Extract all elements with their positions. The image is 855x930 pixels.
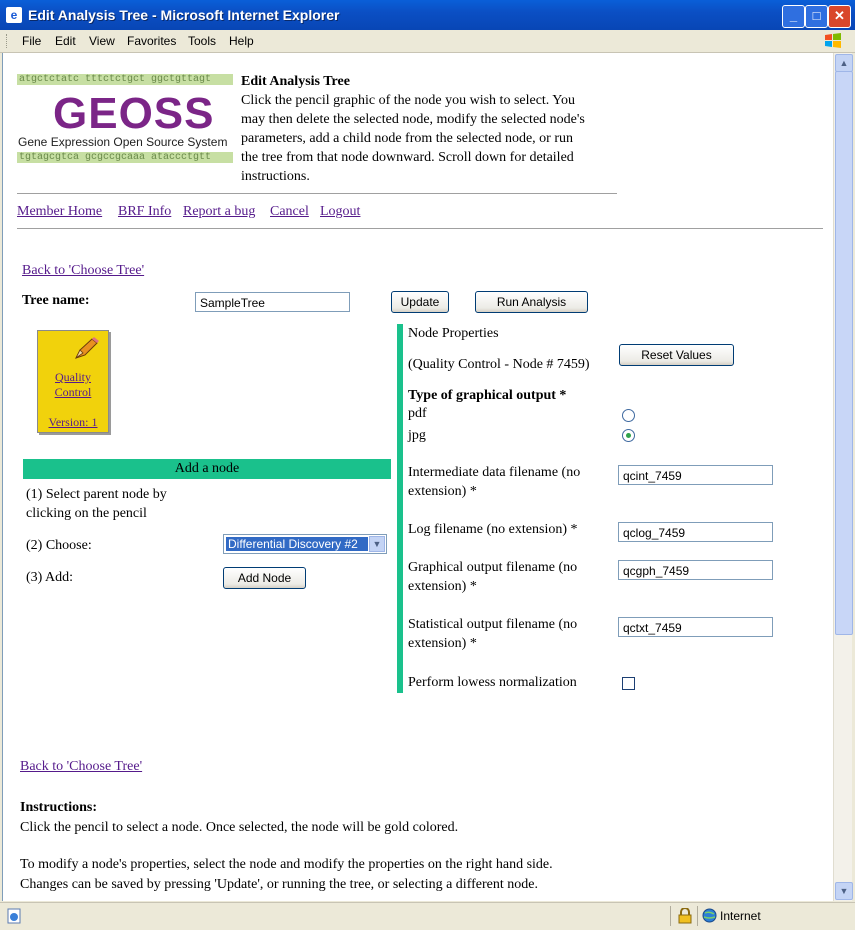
run-analysis-button[interactable]: Run Analysis xyxy=(475,291,588,313)
intermediate-label-1: Intermediate data filename (no xyxy=(408,465,581,480)
maximize-button[interactable]: □ xyxy=(805,5,828,28)
lock-icon xyxy=(678,908,692,924)
back-to-choose-tree-top[interactable]: Back to 'Choose Tree' xyxy=(22,263,144,279)
minimize-button[interactable]: _ xyxy=(782,5,805,28)
status-separator xyxy=(670,906,671,926)
scroll-down-icon[interactable]: ▼ xyxy=(835,882,853,900)
add-step-1a: (1) Select parent node by xyxy=(26,487,167,502)
update-button[interactable]: Update xyxy=(391,291,449,313)
tree-node-quality-control[interactable]: Quality Control Version: 1 xyxy=(37,330,109,433)
node-label-line-2[interactable]: Control xyxy=(38,385,108,400)
chevron-down-icon[interactable]: ▼ xyxy=(369,536,385,552)
intro-line-1: Click the pencil graphic of the node you… xyxy=(241,93,575,108)
intro-line-2: may then delete the selected node, modif… xyxy=(241,112,585,127)
scroll-thumb[interactable] xyxy=(835,71,853,635)
geoss-logo: GEOSS xyxy=(53,89,215,138)
nav-logout[interactable]: Logout xyxy=(320,204,360,220)
tree-name-label: Tree name: xyxy=(22,293,90,308)
add-node-title: Add a node xyxy=(174,461,240,476)
graph-filename-input[interactable]: qcgph_7459 xyxy=(618,560,773,580)
intro-line-5: instructions. xyxy=(241,169,310,184)
node-type-selected: Differential Discovery #2 xyxy=(226,537,368,551)
log-label: Log filename (no extension) * xyxy=(408,522,578,537)
security-zone: Internet xyxy=(720,909,761,923)
menu-tools[interactable]: Tools xyxy=(188,34,216,48)
nav-divider xyxy=(17,228,823,229)
add-step-2: (2) Choose: xyxy=(26,538,92,553)
intro-line-4: the tree from that node downward. Scroll… xyxy=(241,150,574,165)
scroll-up-icon[interactable]: ▲ xyxy=(835,54,853,72)
title-bar: e Edit Analysis Tree - Microsoft Interne… xyxy=(0,0,855,30)
add-step-1b: clicking on the pencil xyxy=(26,506,147,521)
node-version-link[interactable]: Version: 1 xyxy=(38,415,108,430)
node-label-line-1[interactable]: Quality xyxy=(38,370,108,385)
properties-divider xyxy=(397,324,403,693)
menu-view[interactable]: View xyxy=(89,34,115,48)
menu-bar: File Edit View Favorites Tools Help xyxy=(0,30,855,53)
properties-subheading: (Quality Control - Node # 7459) xyxy=(408,357,590,372)
instructions-title: Instructions: xyxy=(20,800,98,815)
nav-report-bug[interactable]: Report a bug xyxy=(183,204,255,220)
node-type-select[interactable]: Differential Discovery #2 ▼ xyxy=(223,534,387,554)
pdf-label: pdf xyxy=(408,406,427,421)
vertical-scrollbar[interactable]: ▲ ▼ xyxy=(833,53,853,901)
tree-name-input[interactable]: SampleTree xyxy=(195,292,350,312)
intro-line-3: parameters, add a child node from the se… xyxy=(241,131,573,146)
graph-label-2: extension) * xyxy=(408,579,477,594)
nav-member-home[interactable]: Member Home xyxy=(17,204,102,220)
menu-favorites[interactable]: Favorites xyxy=(127,34,176,48)
page-icon xyxy=(7,908,21,924)
close-button[interactable]: ✕ xyxy=(828,5,851,28)
stat-label-1: Statistical output filename (no xyxy=(408,617,578,632)
add-step-3: (3) Add: xyxy=(26,570,74,585)
status-separator-2 xyxy=(697,906,698,926)
dna-sequence-top: atgctctatc tttctctgct ggctgttagt xyxy=(17,74,233,85)
nav-brf-info[interactable]: BRF Info xyxy=(118,204,171,220)
instructions-line-1: Click the pencil to select a node. Once … xyxy=(20,820,459,835)
reset-values-button[interactable]: Reset Values xyxy=(619,344,734,366)
output-type-label: Type of graphical output * xyxy=(408,388,567,403)
windows-flag-icon xyxy=(825,33,841,48)
instructions-line-3: Changes can be saved by pressing 'Update… xyxy=(20,877,538,892)
pencil-icon[interactable] xyxy=(72,336,100,362)
toolbar-grip xyxy=(6,34,10,48)
intermediate-label-2: extension) * xyxy=(408,484,477,499)
menu-edit[interactable]: Edit xyxy=(55,34,76,48)
jpg-radio[interactable] xyxy=(622,429,635,442)
page-title: Edit Analysis Tree xyxy=(241,74,350,89)
status-bar: Internet xyxy=(0,902,855,930)
menu-file[interactable]: File xyxy=(22,34,41,48)
header-divider xyxy=(17,193,617,194)
stat-filename-input[interactable]: qctxt_7459 xyxy=(618,617,773,637)
internet-globe-icon xyxy=(702,908,717,923)
ie-logo-icon: e xyxy=(6,7,22,23)
jpg-label: jpg xyxy=(408,428,426,443)
lowess-label: Perform lowess normalization xyxy=(408,675,577,690)
nav-cancel[interactable]: Cancel xyxy=(270,204,309,220)
intermediate-filename-input[interactable]: qcint_7459 xyxy=(618,465,773,485)
dna-sequence-bottom: tgtagcgtca gcgccgcaaa ataccctgtt xyxy=(17,152,233,163)
pdf-radio[interactable] xyxy=(622,409,635,422)
add-node-button[interactable]: Add Node xyxy=(223,567,306,589)
page-viewport: atgctctatc tttctctgct ggctgttagt GEOSS G… xyxy=(2,53,834,901)
graph-label-1: Graphical output filename (no xyxy=(408,560,578,575)
lowess-checkbox[interactable] xyxy=(622,677,635,690)
back-to-choose-tree-bottom[interactable]: Back to 'Choose Tree' xyxy=(20,759,142,775)
instructions-line-2: To modify a node's properties, select th… xyxy=(20,857,553,872)
window-title: Edit Analysis Tree - Microsoft Internet … xyxy=(28,7,340,23)
menu-help[interactable]: Help xyxy=(229,34,254,48)
logo-subtitle: Gene Expression Open Source System xyxy=(18,135,228,149)
log-filename-input[interactable]: qclog_7459 xyxy=(618,522,773,542)
properties-heading: Node Properties xyxy=(408,326,499,341)
stat-label-2: extension) * xyxy=(408,636,477,651)
